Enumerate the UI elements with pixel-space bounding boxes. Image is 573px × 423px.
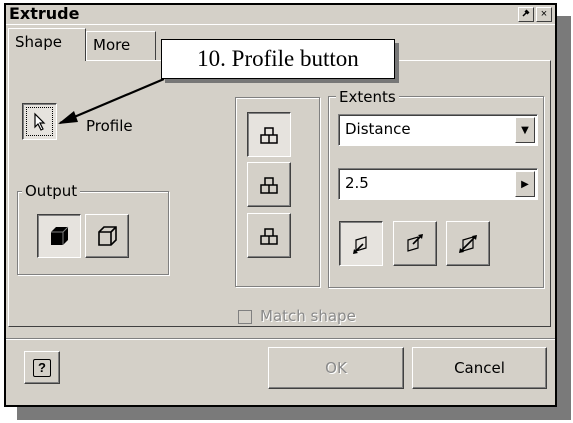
callout-arrow bbox=[58, 77, 165, 125]
